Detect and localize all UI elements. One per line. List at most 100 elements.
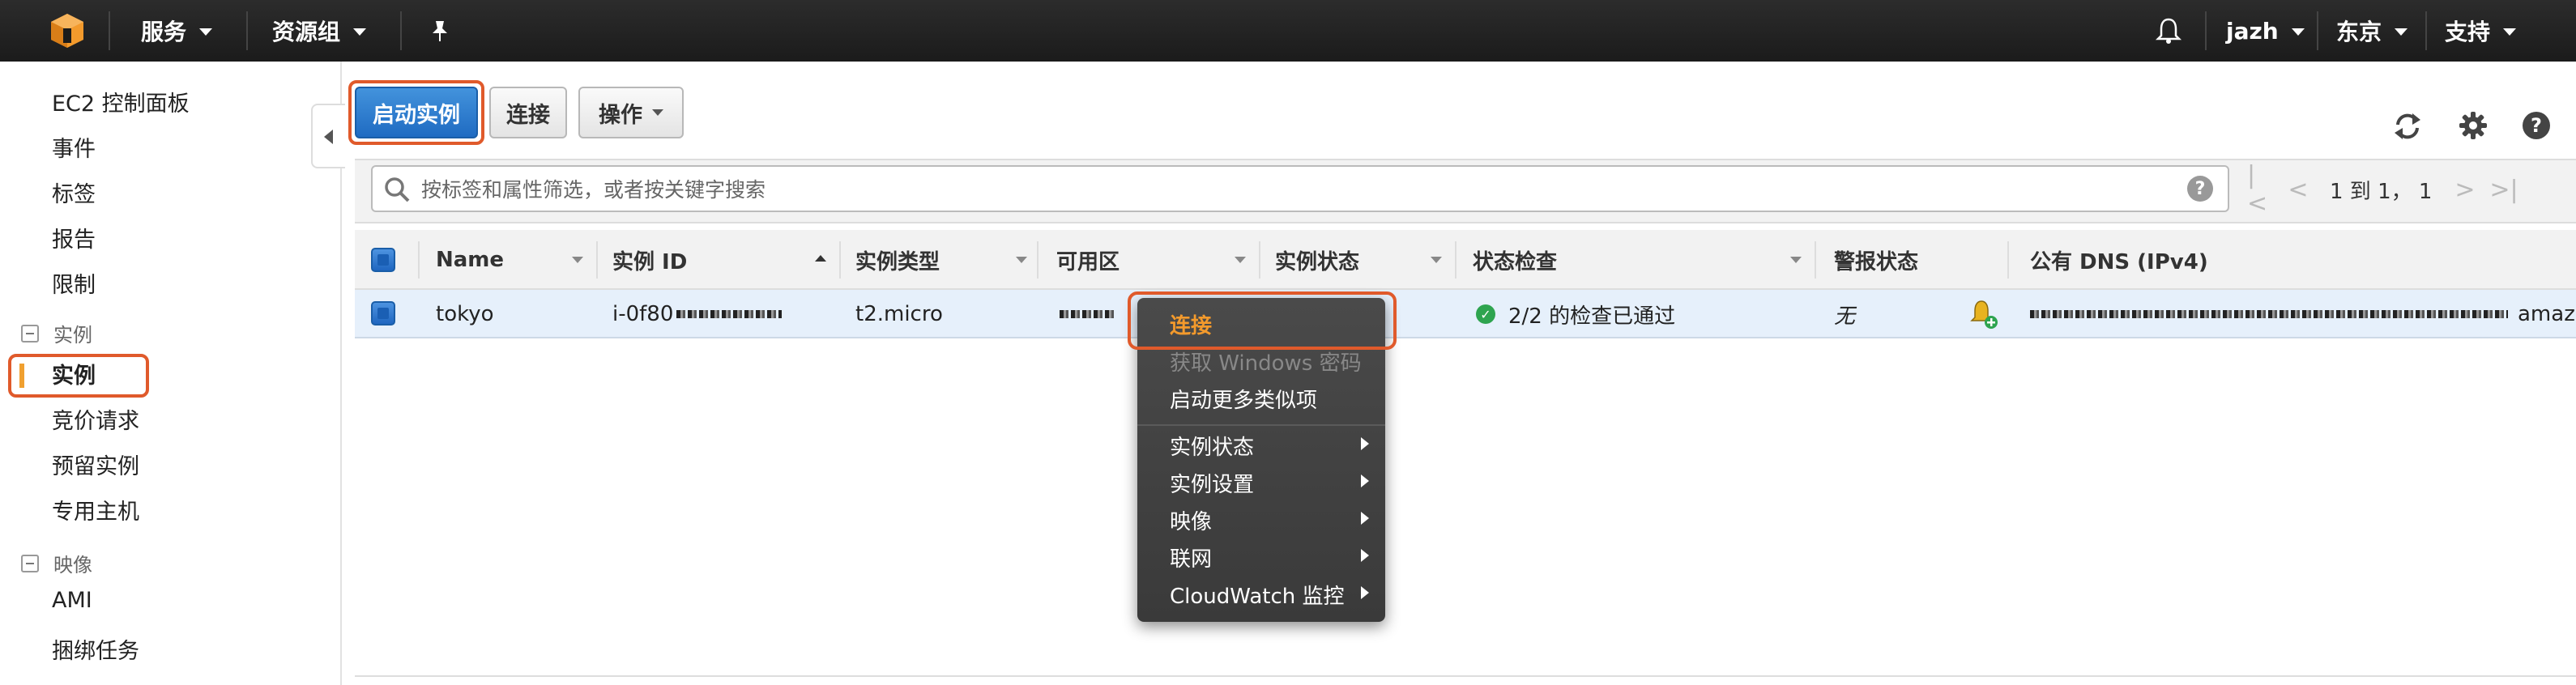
account-menu[interactable]: jazh	[2226, 0, 2305, 62]
pin-icon[interactable]	[428, 0, 452, 62]
check-circle-icon: ✓	[1476, 304, 1495, 324]
sort-icon[interactable]	[572, 257, 583, 263]
bell-icon[interactable]	[2155, 0, 2182, 62]
menu-item-cloudwatch-monitoring[interactable]: CloudWatch 监控	[1170, 580, 1344, 610]
sidebar-group-images[interactable]: 映像	[21, 549, 92, 577]
column-header-name[interactable]: Name	[436, 230, 504, 290]
sidebar-item-events[interactable]: 事件	[52, 131, 96, 163]
chevron-down-icon	[2395, 28, 2408, 36]
menu-item-networking[interactable]: 联网	[1170, 542, 1212, 572]
cell-public-dns: amazonaws	[2030, 290, 2576, 338]
svg-text:?: ?	[2531, 114, 2542, 137]
sidebar-item-reserved-instances[interactable]: 预留实例	[52, 449, 139, 480]
actions-label: 操作	[599, 102, 642, 128]
row-checkbox[interactable]	[371, 301, 395, 325]
chevron-right-icon	[1361, 512, 1369, 525]
services-menu[interactable]: 服务	[141, 0, 213, 62]
first-page-icon[interactable]: |<	[2247, 161, 2271, 218]
column-header-alarm-status[interactable]: 警报状态	[1834, 230, 1918, 290]
chevron-down-icon	[199, 28, 213, 36]
resource-groups-label: 资源组	[272, 19, 341, 45]
cell-status-checks: ✓ 2/2 的检查已通过	[1476, 290, 1675, 338]
sidebar-item-spot-requests[interactable]: 竞价请求	[52, 403, 139, 435]
menu-item-launch-more-like-this[interactable]: 启动更多类似项	[1170, 384, 1317, 414]
highlight-outline	[348, 80, 484, 145]
column-header-public-dns[interactable]: 公有 DNS (IPv4)	[2030, 230, 2208, 290]
chevron-down-icon	[2291, 28, 2305, 36]
sidebar-collapse-button[interactable]	[311, 104, 345, 168]
highlight-outline	[1128, 291, 1397, 350]
cell-name: tokyo	[436, 302, 494, 326]
sidebar-item-tags[interactable]: 标签	[52, 177, 96, 208]
table-border	[355, 675, 2576, 677]
support-label: 支持	[2445, 19, 2491, 45]
top-navigation-bar: 服务 资源组 jazh 东京 支持	[0, 0, 2576, 62]
menu-divider	[1137, 424, 1385, 426]
search-input[interactable]	[421, 173, 2163, 206]
collapse-icon	[21, 554, 39, 572]
search-box[interactable]: ?	[371, 165, 2229, 212]
sort-icon[interactable]	[1235, 257, 1246, 263]
sidebar-item-bundle-tasks[interactable]: 捆绑任务	[52, 633, 139, 665]
chevron-right-icon	[1361, 586, 1369, 599]
sidebar-group-label: 实例	[53, 324, 92, 347]
chevron-right-icon	[1361, 437, 1369, 450]
page-info: 1 到 1， 1	[2330, 179, 2433, 204]
chevron-right-icon	[1361, 474, 1369, 487]
prev-page-icon[interactable]: <	[2286, 173, 2310, 206]
actions-button[interactable]: 操作	[578, 87, 684, 138]
help-icon[interactable]: ?	[2521, 110, 2553, 143]
connect-button[interactable]: 连接	[489, 87, 567, 138]
next-page-icon[interactable]: >	[2453, 173, 2477, 206]
table-row[interactable]: tokyo i-0f80 t2.micro ✓ 2/2 的检查已通过 无 ama…	[355, 290, 2576, 338]
column-header-status-checks[interactable]: 状态检查	[1473, 230, 1557, 290]
redacted-text	[2030, 310, 2508, 318]
menu-item-image[interactable]: 映像	[1170, 505, 1212, 535]
cell-availability-zone	[1060, 290, 1116, 338]
resource-groups-menu[interactable]: 资源组	[272, 0, 367, 62]
search-icon	[382, 175, 412, 207]
last-page-icon[interactable]: >|	[2489, 173, 2518, 206]
sidebar-group-instances[interactable]: 实例	[21, 319, 92, 347]
sort-asc-icon[interactable]	[815, 255, 826, 262]
services-label: 服务	[141, 19, 187, 45]
table-header: Name 实例 ID 实例类型 可用区 实例状态 状态检查 警报状态 公有 DN…	[355, 230, 2576, 290]
chevron-down-icon	[652, 109, 663, 116]
support-menu[interactable]: 支持	[2445, 0, 2517, 62]
create-alarm-icon[interactable]	[1970, 298, 1999, 330]
redacted-text	[676, 310, 783, 318]
sort-icon[interactable]	[1016, 257, 1027, 263]
column-header-instance-state[interactable]: 实例状态	[1275, 230, 1359, 290]
sidebar-group-label: 映像	[53, 554, 92, 577]
connect-label: 连接	[506, 102, 550, 128]
column-header-availability-zone[interactable]: 可用区	[1056, 230, 1120, 290]
column-header-instance-type[interactable]: 实例类型	[855, 230, 940, 290]
sidebar-item-limits[interactable]: 限制	[52, 267, 96, 299]
refresh-icon[interactable]	[2391, 110, 2424, 143]
redacted-text	[1060, 310, 1116, 318]
column-header-instance-id[interactable]: 实例 ID	[612, 230, 687, 290]
sidebar-item-dedicated-hosts[interactable]: 专用主机	[52, 494, 139, 525]
menu-item-instance-state[interactable]: 实例状态	[1170, 431, 1254, 461]
menu-item-instance-settings[interactable]: 实例设置	[1170, 468, 1254, 498]
chevron-down-icon	[353, 28, 367, 36]
status-check-text: 2/2 的检查已通过	[1508, 304, 1676, 329]
select-all-checkbox[interactable]	[371, 248, 395, 272]
chevron-down-icon	[2503, 28, 2517, 36]
cell-instance-type: t2.micro	[855, 302, 943, 326]
sidebar-item-ami[interactable]: AMI	[52, 588, 92, 613]
cell-alarm-status: 无	[1834, 304, 1856, 329]
cell-instance-id: i-0f80	[612, 290, 783, 338]
menu-item-get-windows-password[interactable]: 获取 Windows 密码	[1170, 347, 1362, 377]
sort-icon[interactable]	[1790, 257, 1802, 263]
sidebar-item-ec2-dashboard[interactable]: EC2 控制面板	[52, 86, 190, 117]
search-help-icon[interactable]: ?	[2187, 176, 2213, 202]
region-menu[interactable]: 东京	[2336, 0, 2408, 62]
aws-logo-icon[interactable]	[49, 0, 87, 62]
sidebar-item-reports[interactable]: 报告	[52, 222, 96, 253]
account-label: jazh	[2226, 17, 2279, 45]
gear-icon[interactable]	[2458, 110, 2490, 143]
dns-suffix: amazonaws	[2518, 302, 2576, 326]
region-label: 东京	[2336, 19, 2382, 45]
sort-icon[interactable]	[1431, 257, 1442, 263]
